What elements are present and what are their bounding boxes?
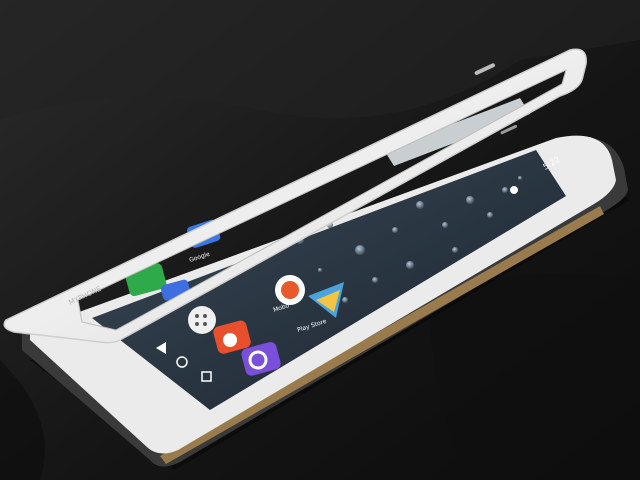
app-drawer-button[interactable] [188, 306, 216, 334]
photo-scene: 5:22 Google Google Mobo Play Store [0, 0, 640, 480]
mic-icon[interactable] [510, 186, 518, 194]
app-drawer-icon [188, 306, 216, 334]
fabric-fold [430, 273, 640, 480]
